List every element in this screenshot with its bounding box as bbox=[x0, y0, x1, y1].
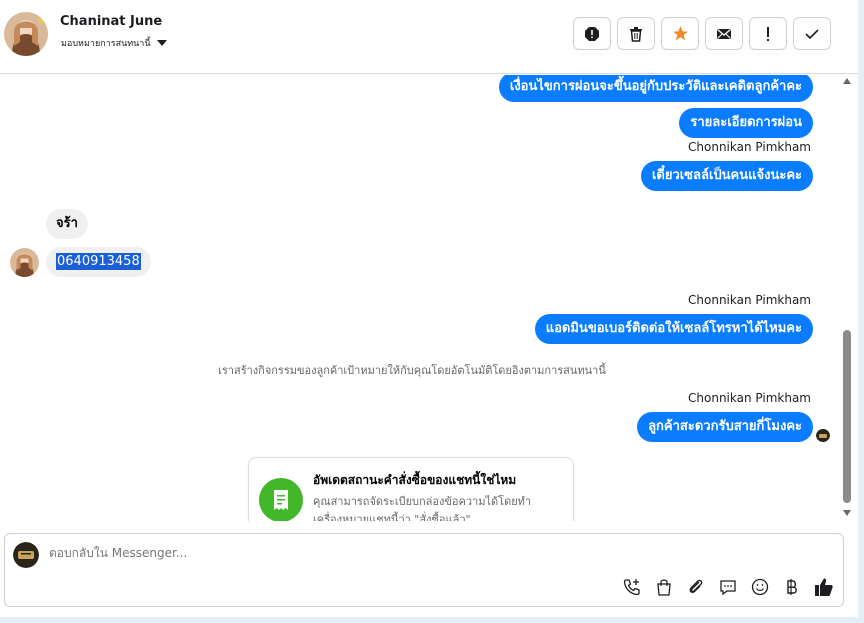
order-card-title: อัพเดตสถานะคำสั่งซื้อของแชทนี้ใช่ไหม bbox=[313, 473, 517, 487]
order-status-card[interactable]: อัพเดตสถานะคำสั่งซื้อของแชทนี้ใช่ไหม คุณ… bbox=[248, 457, 574, 521]
system-notice: เราสร้างกิจกรรมของลูกค้าเป้าหมายให้กับคุ… bbox=[218, 364, 606, 377]
reply-composer bbox=[4, 533, 844, 607]
message-incoming-phone[interactable]: 0640913458 bbox=[46, 247, 151, 277]
sender-name: Chonnikan Pimkham bbox=[688, 293, 811, 307]
reply-input[interactable] bbox=[49, 546, 609, 560]
sender-name: Chonnikan Pimkham bbox=[688, 391, 811, 405]
header-toolbar bbox=[573, 17, 831, 50]
window-bottom-edge bbox=[0, 617, 864, 623]
receipt-icon bbox=[259, 478, 303, 521]
message-outgoing[interactable]: รายละเอียดการผ่อน bbox=[679, 108, 813, 138]
emoji-button[interactable] bbox=[749, 576, 771, 598]
assign-conversation-dropdown[interactable]: มอบหมายการสนทนานี้ bbox=[61, 36, 167, 50]
window-right-edge bbox=[858, 0, 864, 623]
scroll-down-arrow-icon[interactable] bbox=[843, 510, 851, 516]
star-button[interactable] bbox=[661, 17, 699, 50]
star-icon bbox=[672, 26, 688, 41]
mark-spam-button[interactable] bbox=[573, 17, 611, 50]
shop-button[interactable] bbox=[653, 576, 675, 598]
chat-bubble-icon bbox=[720, 580, 736, 596]
thumbs-up-icon bbox=[815, 578, 833, 596]
caret-down-icon bbox=[156, 40, 167, 46]
like-button[interactable] bbox=[813, 576, 835, 598]
mail-icon bbox=[717, 28, 731, 39]
scroll-up-arrow-icon[interactable] bbox=[843, 78, 851, 84]
call-button[interactable] bbox=[621, 576, 643, 598]
shopping-bag-icon bbox=[657, 579, 671, 596]
message-outgoing[interactable]: แอดมินขอเบอร์ติดต่อให้เซลล์โทรหาได้ไหมคะ bbox=[534, 314, 813, 344]
contact-avatar-small bbox=[10, 248, 39, 277]
page-avatar bbox=[13, 542, 39, 568]
composer-toolbar bbox=[621, 576, 835, 598]
message-outgoing[interactable]: เงื่อนไขการผ่อนจะขึ้นอยู่กับประวัติและเค… bbox=[498, 75, 813, 102]
messenger-window: Chaninat June มอบหมายการสนทนานี้ เงื่อนไ… bbox=[0, 0, 864, 623]
sender-name: Chonnikan Pimkham bbox=[688, 140, 811, 154]
follow-up-button[interactable] bbox=[749, 17, 787, 50]
delete-button[interactable] bbox=[617, 17, 655, 50]
assign-label: มอบหมายการสนทนานี้ bbox=[61, 39, 151, 49]
phone-plus-icon bbox=[623, 579, 640, 596]
message-outgoing[interactable]: ลูกค้าสะดวกรับสายกี่โมงคะ bbox=[637, 412, 813, 442]
baht-icon bbox=[787, 579, 797, 595]
mark-unread-button[interactable] bbox=[705, 17, 743, 50]
exclamation-icon bbox=[767, 26, 769, 41]
trash-icon bbox=[630, 26, 642, 42]
message-outgoing[interactable]: เดี๋ยวเซลล์เป็นคนแจ้งนะคะ bbox=[640, 161, 813, 191]
order-card-body: คุณสามารถจัดระเบียบกล่องข้อความได้โดยทำเ… bbox=[313, 495, 532, 521]
mark-done-button[interactable] bbox=[793, 17, 831, 50]
attach-button[interactable] bbox=[685, 576, 707, 598]
saved-replies-button[interactable] bbox=[717, 576, 739, 598]
payment-button[interactable] bbox=[781, 576, 803, 598]
contact-avatar[interactable] bbox=[4, 12, 48, 56]
conversation-header: Chaninat June มอบหมายการสนทนานี้ bbox=[0, 0, 858, 74]
seen-avatar bbox=[816, 428, 830, 442]
smiley-icon bbox=[751, 578, 769, 596]
paperclip-icon bbox=[689, 579, 703, 593]
message-incoming[interactable]: จร้า bbox=[46, 209, 88, 239]
check-icon bbox=[805, 28, 819, 39]
contact-name[interactable]: Chaninat June bbox=[60, 14, 162, 29]
selected-phone-number[interactable]: 0640913458 bbox=[56, 253, 141, 270]
spam-icon bbox=[585, 26, 599, 41]
scrollbar-thumb[interactable] bbox=[843, 330, 851, 503]
message-list[interactable]: เงื่อนไขการผ่อนจะขึ้นอยู่กับประวัติและเค… bbox=[0, 75, 840, 521]
